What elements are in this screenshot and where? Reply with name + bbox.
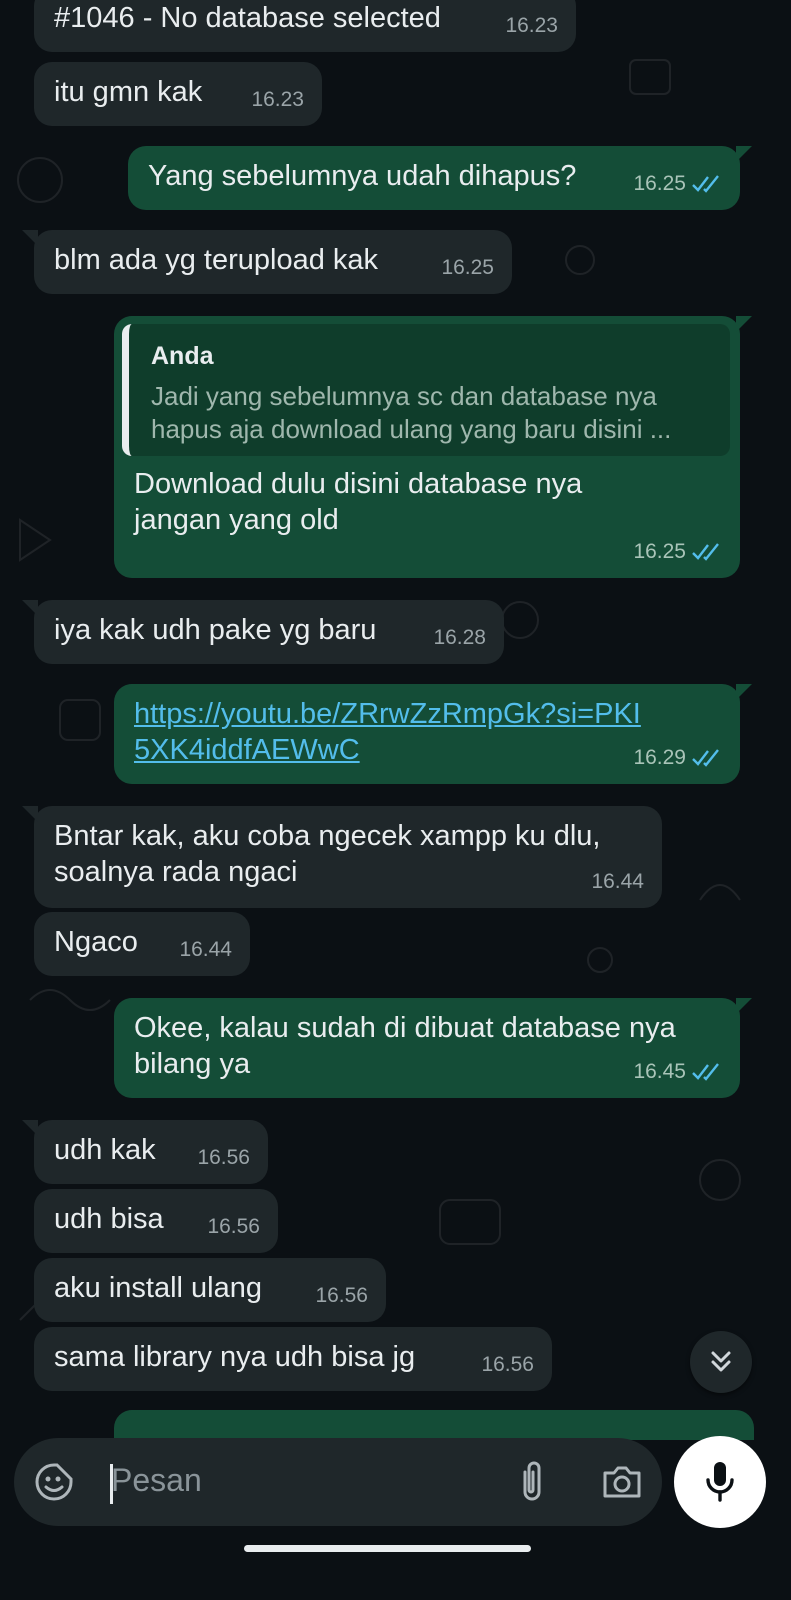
message-time: 16.45: [633, 1060, 686, 1083]
message-incoming[interactable]: udh kak 16.56: [22, 1120, 268, 1184]
quoted-message[interactable]: Anda Jadi yang sebelumnya sc dan databas…: [122, 324, 730, 456]
double-check-icon: [692, 175, 719, 193]
sticker-emoji-icon: [35, 1463, 73, 1501]
double-chevron-down-icon: [711, 1351, 731, 1372]
message-meta: 16.44: [591, 864, 644, 900]
message-time: 16.23: [505, 14, 558, 37]
message-meta: 16.25: [441, 250, 494, 286]
message-time: 16.25: [441, 256, 494, 279]
message-time: 16.25: [633, 540, 686, 563]
message-meta: 16.45: [633, 1054, 722, 1090]
double-check-icon: [692, 749, 719, 767]
message-outgoing-partial[interactable]: [114, 1410, 754, 1440]
message-meta: 16.56: [207, 1209, 260, 1245]
message-time: 16.56: [197, 1146, 250, 1169]
message-text: blm ada yg terupload kak: [54, 244, 379, 276]
message-text: Bntar kak, aku coba ngecek xampp ku dlu,…: [54, 820, 601, 888]
message-meta: 16.29: [633, 740, 722, 776]
paperclip-icon: [523, 1461, 541, 1501]
message-time: 16.56: [207, 1215, 260, 1238]
message-text: #1046 - No database selected: [54, 2, 441, 34]
emoji-button[interactable]: [32, 1460, 76, 1504]
message-time: 16.28: [433, 626, 486, 649]
message-meta: 16.56: [315, 1278, 368, 1314]
scroll-to-bottom-button[interactable]: [690, 1331, 752, 1393]
message-meta: 16.25: [633, 166, 722, 202]
message-time: 16.44: [179, 938, 232, 961]
chat-view: #1046 - No database selected 16.23 itu g…: [0, 0, 791, 1600]
message-time: 16.29: [633, 746, 686, 769]
double-check-icon: [692, 1063, 719, 1081]
message-meta: 16.23: [505, 8, 558, 44]
camera-icon: [603, 1466, 641, 1498]
message-meta: 16.23: [251, 82, 304, 118]
message-incoming[interactable]: itu gmn kak 16.23: [34, 62, 322, 126]
message-incoming[interactable]: sama library nya udh bisa jg 16.56: [34, 1327, 552, 1391]
message-incoming[interactable]: Ngaco 16.44: [34, 912, 250, 976]
message-outgoing-link[interactable]: https://youtu.be/ZRrwZzRmpGk?si=PKI5XK4i…: [114, 684, 752, 784]
message-link[interactable]: https://youtu.be/ZRrwZzRmpGk?si=PKI5XK4i…: [134, 696, 654, 768]
message-time: 16.56: [315, 1284, 368, 1307]
message-incoming[interactable]: #1046 - No database selected 16.23: [34, 0, 576, 52]
quote-text: Jadi yang sebelumnya sc dan database nya…: [151, 381, 672, 444]
message-text: sama library nya udh bisa jg: [54, 1341, 416, 1373]
message-incoming[interactable]: iya kak udh pake yg baru 16.28: [22, 600, 504, 664]
message-text: Download dulu disini database nya jangan…: [134, 468, 583, 536]
message-outgoing[interactable]: Okee, kalau sudah di dibuat database nya…: [114, 998, 752, 1098]
message-meta: 16.56: [197, 1140, 250, 1176]
message-meta: 16.25: [633, 534, 722, 570]
message-text: iya kak udh pake yg baru: [54, 614, 377, 646]
message-meta: 16.56: [481, 1347, 534, 1383]
message-time: 16.56: [481, 1353, 534, 1376]
microphone-icon: [706, 1462, 734, 1502]
message-outgoing-reply[interactable]: Anda Jadi yang sebelumnya sc dan databas…: [114, 316, 752, 578]
message-time: 16.23: [251, 88, 304, 111]
message-input[interactable]: Pesan: [111, 1462, 202, 1499]
message-incoming[interactable]: aku install ulang 16.56: [34, 1258, 386, 1322]
message-time: 16.25: [633, 172, 686, 195]
message-outgoing[interactable]: Yang sebelumnya udah dihapus? 16.25: [128, 146, 752, 210]
message-incoming[interactable]: Bntar kak, aku coba ngecek xampp ku dlu,…: [22, 806, 662, 908]
message-composer[interactable]: Pesan: [14, 1438, 662, 1526]
home-indicator[interactable]: [244, 1545, 531, 1552]
message-meta: 16.28: [433, 620, 486, 656]
voice-message-button[interactable]: [674, 1436, 766, 1528]
message-meta: 16.44: [179, 932, 232, 968]
camera-button[interactable]: [598, 1460, 646, 1504]
attach-button[interactable]: [510, 1458, 554, 1506]
message-time: 16.44: [591, 870, 644, 893]
message-incoming[interactable]: blm ada yg terupload kak 16.25: [22, 230, 512, 294]
quote-author: Anda: [151, 342, 214, 370]
double-check-icon: [692, 543, 719, 561]
message-incoming[interactable]: udh bisa 16.56: [34, 1189, 278, 1253]
